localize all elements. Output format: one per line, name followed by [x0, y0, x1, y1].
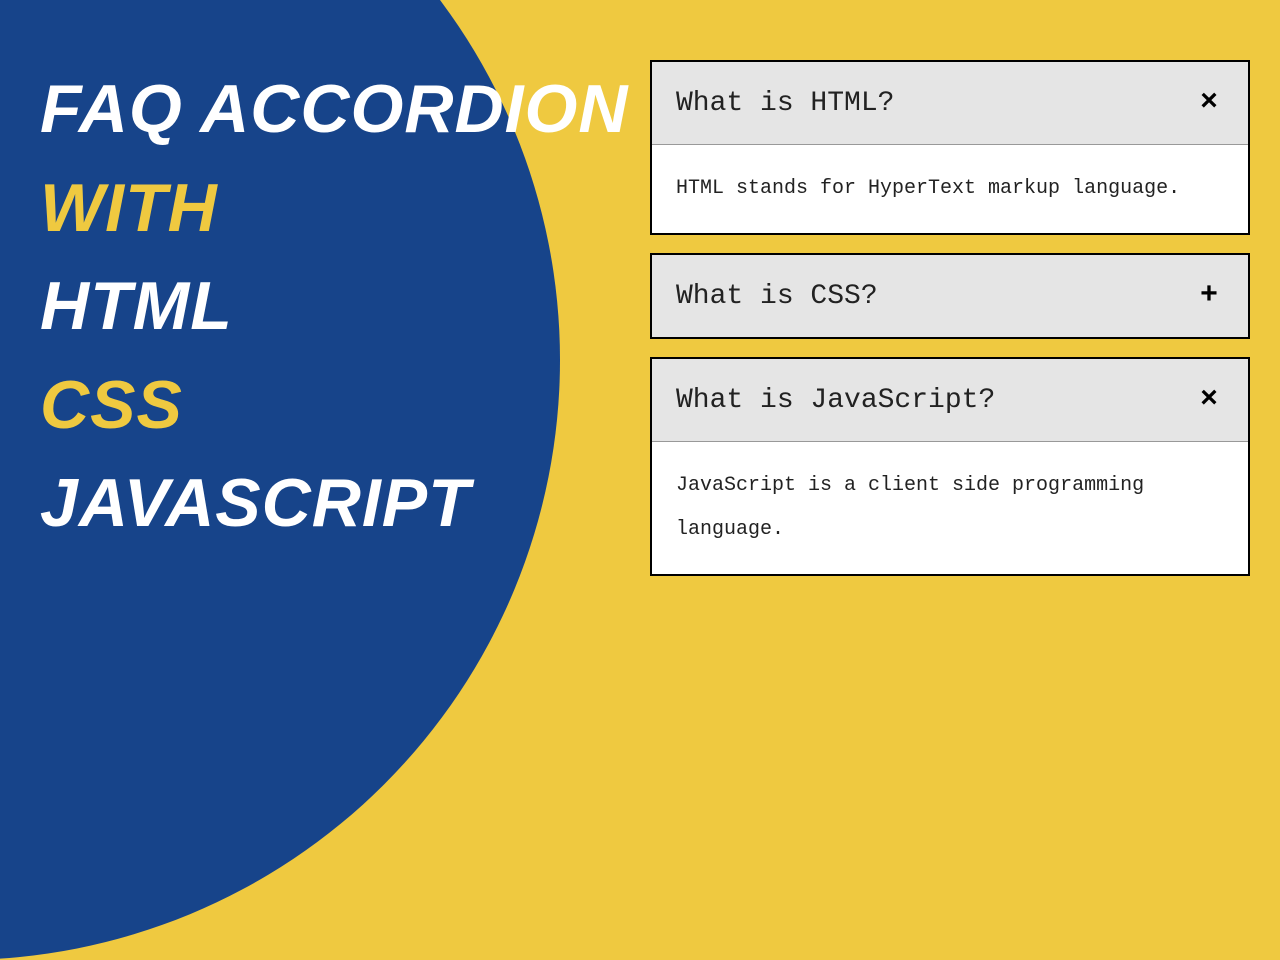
faq-question-label: What is CSS?: [676, 281, 878, 312]
plus-icon[interactable]: +: [1194, 279, 1224, 313]
faq-item-js: What is JavaScript? × JavaScript is a cl…: [650, 357, 1250, 576]
hero-line-1: FAQ ACCORDION: [40, 60, 628, 159]
faq-accordion: What is HTML? × HTML stands for HyperTex…: [650, 60, 1250, 576]
hero-line-2: WITH: [40, 159, 628, 258]
hero-line-4: CSS: [40, 356, 628, 455]
hero-line-5: JAVASCRIPT: [40, 454, 628, 553]
faq-answer-js: JavaScript is a client side programming …: [652, 442, 1248, 574]
faq-question-label: What is JavaScript?: [676, 385, 995, 416]
faq-header-css[interactable]: What is CSS? +: [652, 255, 1248, 337]
close-icon[interactable]: ×: [1194, 383, 1224, 417]
hero-title: FAQ ACCORDION WITH HTML CSS JAVASCRIPT: [40, 60, 628, 553]
faq-item-css: What is CSS? +: [650, 253, 1250, 339]
hero-line-3: HTML: [40, 257, 628, 356]
faq-header-js[interactable]: What is JavaScript? ×: [652, 359, 1248, 442]
faq-header-html[interactable]: What is HTML? ×: [652, 62, 1248, 145]
faq-question-label: What is HTML?: [676, 88, 894, 119]
faq-answer-html: HTML stands for HyperText markup languag…: [652, 145, 1248, 233]
faq-item-html: What is HTML? × HTML stands for HyperTex…: [650, 60, 1250, 235]
close-icon[interactable]: ×: [1194, 86, 1224, 120]
